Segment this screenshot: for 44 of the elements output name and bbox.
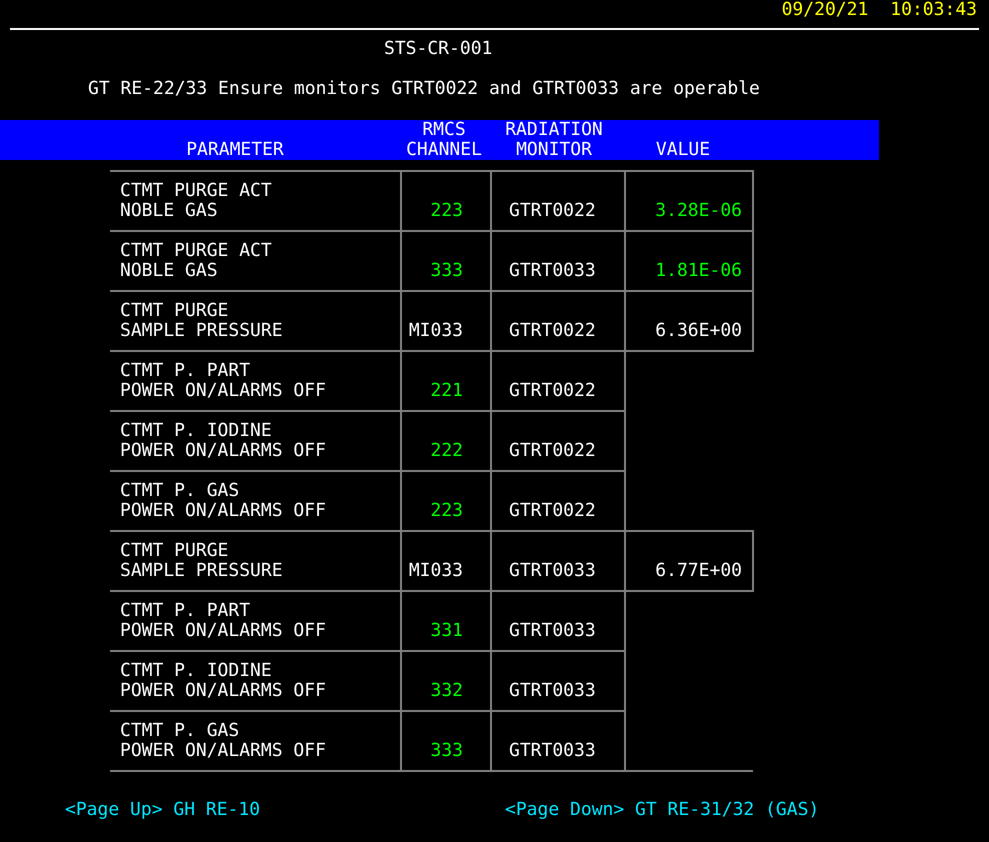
page-up-link[interactable]: <Page Up> GH RE-10 — [65, 800, 260, 820]
monitor-cell: GTRT0022 — [491, 351, 625, 411]
column-header: RMCS CHANNEL — [406, 119, 482, 160]
value-cell: 6.77E+00 — [625, 531, 753, 591]
time-text: 10:03:43 — [890, 0, 977, 22]
column-header: VALUE — [656, 139, 710, 160]
channel-cell: 222 — [401, 411, 491, 471]
parameter-cell: CTMT P. PART POWER ON/ALARMS OFF — [110, 591, 401, 651]
monitor-cell: GTRT0033 — [491, 651, 625, 711]
parameter-cell: CTMT P. IODINE POWER ON/ALARMS OFF — [110, 411, 401, 471]
monitor-cell: GTRT0033 — [491, 231, 625, 291]
channel-cell: MI033 — [401, 291, 491, 351]
value-cell: 1.81E-06 — [625, 231, 753, 291]
channel-cell: MI033 — [401, 531, 491, 591]
value-cell: 6.36E+00 — [625, 291, 753, 351]
column-header: PARAMETER — [186, 139, 284, 160]
monitor-cell: GTRT0033 — [491, 591, 625, 651]
subtitle-text: GT RE-22/33 Ensure monitors GTRT0022 and GTRT0033 are operable — [88, 78, 760, 99]
value-cell: 3.28E-06 — [625, 171, 753, 231]
screen-title: STS-CR-001 — [384, 38, 492, 59]
channel-cell: 221 — [401, 351, 491, 411]
channel-cell: 223 — [401, 471, 491, 531]
channel-cell: 333 — [401, 231, 491, 291]
monitor-cell: GTRT0022 — [491, 171, 625, 231]
column-header: RADIATION MONITOR — [505, 119, 603, 160]
parameter-cell: CTMT P. PART POWER ON/ALARMS OFF — [110, 351, 401, 411]
parameter-cell: CTMT P. IODINE POWER ON/ALARMS OFF — [110, 651, 401, 711]
monitor-cell: GTRT0033 — [491, 531, 625, 591]
channel-cell: 333 — [401, 711, 491, 771]
parameter-cell: CTMT PURGE ACT NOBLE GAS — [110, 231, 401, 291]
monitor-cell: GTRT0022 — [491, 291, 625, 351]
page-down-link[interactable]: <Page Down> GT RE-31/32 (GAS) — [505, 800, 820, 820]
monitor-cell: GTRT0022 — [491, 471, 625, 531]
date-text: 09/20/21 — [782, 0, 868, 22]
parameter-cell: CTMT P. GAS POWER ON/ALARMS OFF — [110, 471, 401, 531]
parameter-cell: CTMT P. GAS POWER ON/ALARMS OFF — [110, 711, 401, 771]
parameter-cell: CTMT PURGE ACT NOBLE GAS — [110, 171, 401, 231]
channel-cell: 331 — [401, 591, 491, 651]
monitor-cell: GTRT0033 — [491, 711, 625, 771]
channel-cell: 223 — [401, 171, 491, 231]
parameter-cell: CTMT PURGE SAMPLE PRESSURE — [110, 531, 401, 591]
parameter-cell: CTMT PURGE SAMPLE PRESSURE — [110, 291, 401, 351]
monitor-cell: GTRT0022 — [491, 411, 625, 471]
channel-cell: 332 — [401, 651, 491, 711]
